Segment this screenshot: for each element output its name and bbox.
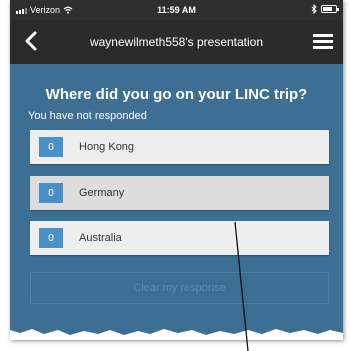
annotation-pointer-line: [234, 221, 249, 351]
